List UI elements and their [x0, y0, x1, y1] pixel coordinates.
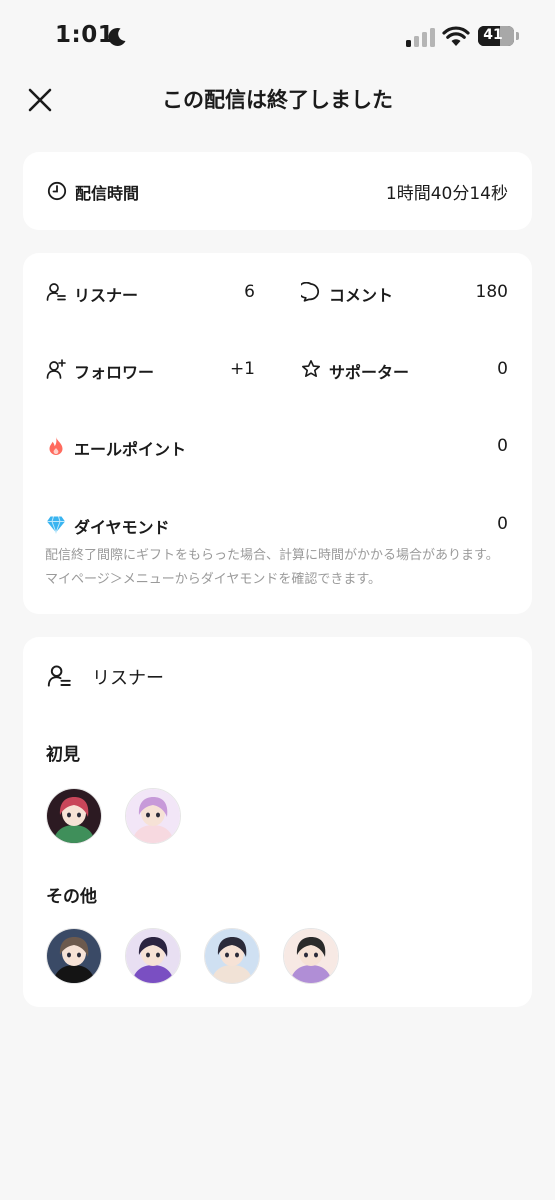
stat-diamonds-value: 0	[497, 514, 508, 534]
avatar-other-3[interactable]	[204, 928, 260, 984]
stat-supporters-value: 0	[497, 359, 508, 379]
header: この配信は終了しました	[0, 72, 555, 128]
avatar-other-2[interactable]	[125, 928, 181, 984]
stat-diamonds-label: ダイヤモンド	[74, 518, 170, 537]
cellular-signal-icon	[406, 28, 435, 47]
star-icon	[302, 360, 320, 377]
page-title: この配信は終了しました	[162, 88, 393, 112]
diamond-icon	[47, 516, 65, 534]
listener-icon	[46, 283, 66, 301]
avatar-other-1[interactable]	[46, 928, 102, 984]
stats-card: リスナー 6 コメント 180 フォロワー +1 サポーター 0 エールポイント…	[23, 253, 532, 614]
wifi-icon	[442, 26, 470, 46]
avatar-other-4[interactable]	[283, 928, 339, 984]
stat-followers-value: +1	[229, 359, 255, 379]
duration-label: 配信時間	[75, 184, 140, 203]
duration-card: 配信時間 1時間40分14秒	[23, 152, 532, 230]
stat-listeners-value: 6	[244, 282, 255, 302]
clock-icon	[47, 181, 67, 201]
avatar-first-2[interactable]	[125, 788, 181, 844]
group-heading-first-time: 初見	[46, 745, 80, 765]
battery-percentage: 41	[483, 27, 503, 43]
listeners-card: リスナー 初見 その他	[23, 637, 532, 1007]
stat-yell-points-label: エールポイント	[74, 440, 187, 459]
listener-icon	[47, 665, 71, 687]
duration-value: 1時間40分14秒	[385, 184, 508, 204]
stat-yell-points-value: 0	[497, 436, 508, 456]
listeners-section-title: リスナー	[92, 668, 164, 689]
stat-followers-label: フォロワー	[74, 363, 155, 382]
stat-listeners-label: リスナー	[74, 286, 139, 305]
diamond-note: 配信終了間際にギフトをもらった場合、計算に時間がかかる場合があります。マイページ…	[45, 548, 499, 587]
moon-icon	[108, 27, 126, 46]
status-bar: 1:01 41	[0, 0, 555, 72]
flame-icon	[49, 437, 63, 455]
comment-icon	[301, 282, 320, 302]
avatar-first-1[interactable]	[46, 788, 102, 844]
group-heading-others: その他	[46, 887, 97, 907]
battery-icon: 41	[478, 26, 514, 46]
stat-comments-value: 180	[475, 282, 508, 302]
follower-add-icon	[46, 359, 66, 379]
stat-comments-label: コメント	[329, 286, 394, 305]
stat-supporters-label: サポーター	[329, 363, 410, 382]
battery-cap	[516, 32, 519, 40]
